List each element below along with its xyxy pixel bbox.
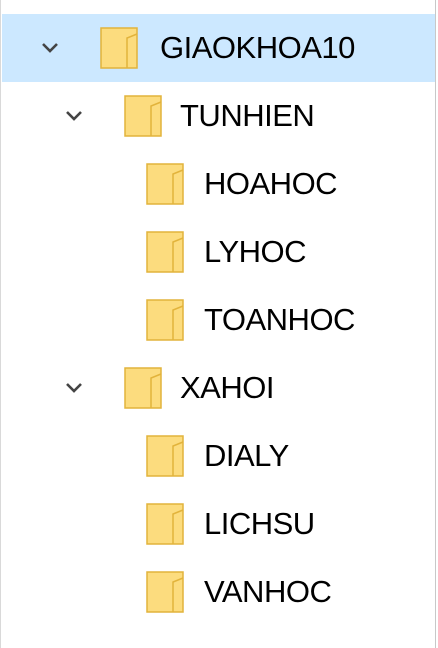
tree-item-xahoi[interactable]: XAHOI: [2, 354, 435, 422]
tree-item-label: LICHSU: [204, 506, 315, 541]
tree-item-giaokhoa10[interactable]: GIAOKHOA10: [2, 14, 435, 82]
chevron-down-icon[interactable]: [64, 106, 84, 126]
chevron-down-icon[interactable]: [40, 38, 60, 58]
tree-item-hoahoc[interactable]: HOAHOC: [2, 150, 435, 218]
tree-item-label: XAHOI: [180, 370, 274, 405]
folder-icon: [146, 230, 186, 274]
folder-icon: [146, 298, 186, 342]
navigation-pane: GIAOKHOA10 TUNHIEN HOAHOC LYHOC TOANHOC …: [0, 0, 436, 648]
chevron-down-icon[interactable]: [64, 378, 84, 398]
folder-icon: [124, 366, 164, 410]
folder-icon: [146, 162, 186, 206]
tree-item-label: GIAOKHOA10: [160, 30, 355, 65]
tree-item-label: TUNHIEN: [180, 98, 315, 133]
folder-icon: [146, 434, 186, 478]
tree-item-label: LYHOC: [204, 234, 307, 269]
tree-item-label: VANHOC: [204, 574, 332, 609]
tree-item-dialy[interactable]: DIALY: [2, 422, 435, 490]
tree-item-vanhoc[interactable]: VANHOC: [2, 558, 435, 626]
tree-item-label: DIALY: [204, 438, 289, 473]
tree-item-toanhoc[interactable]: TOANHOC: [2, 286, 435, 354]
folder-icon: [100, 26, 140, 70]
tree-item-tunhien[interactable]: TUNHIEN: [2, 82, 435, 150]
tree-item-label: TOANHOC: [204, 302, 355, 337]
folder-icon: [146, 502, 186, 546]
tree-item-lyhoc[interactable]: LYHOC: [2, 218, 435, 286]
folder-icon: [124, 94, 164, 138]
tree-item-lichsu[interactable]: LICHSU: [2, 490, 435, 558]
tree-item-label: HOAHOC: [204, 166, 338, 201]
folder-icon: [146, 570, 186, 614]
